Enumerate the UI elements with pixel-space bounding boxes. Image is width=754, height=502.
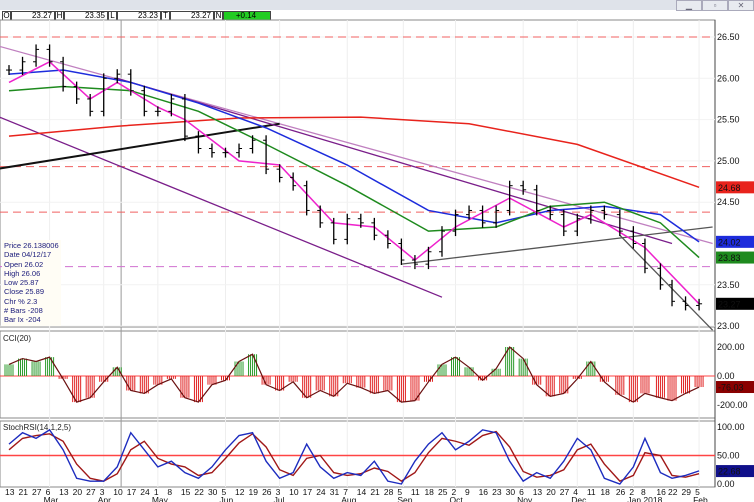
date-tick-label: 26 — [616, 487, 626, 497]
date-tick-label: 28 — [384, 487, 394, 497]
date-tick-label: 27 — [32, 487, 42, 497]
date-tick-label: 19 — [249, 487, 259, 497]
date-tick-label: 27 — [86, 487, 96, 497]
info-line: Chr % 2.3 — [4, 296, 38, 306]
date-tick-label: 13 — [59, 487, 69, 497]
info-box: Price 26.138006 Date 04/12/17 Open 26.02 Hi… — [2, 240, 61, 326]
cci-title: CCI(20) — [3, 334, 31, 343]
date-tick-label: 21 — [370, 487, 380, 497]
month-label: Jul — [274, 495, 285, 502]
month-label: Aug — [341, 495, 356, 502]
info-line: Price 26.138006 — [4, 241, 59, 250]
date-tick-label: 10 — [113, 487, 123, 497]
month-label: Feb — [693, 495, 708, 502]
price-panel — [0, 19, 716, 328]
ma-value-label: 23.27 — [718, 299, 741, 309]
price-tick-label: 26.00 — [717, 73, 740, 83]
chart-window: ▁ ▫ ✕ O 23.27 H 23.35 L 23.23 T 23.27 N +0.14 26.… — [0, 0, 754, 502]
price-tick-label: 23.50 — [717, 280, 740, 290]
date-tick-label: 9 — [465, 487, 470, 497]
date-tick-label: 23 — [492, 487, 502, 497]
stochrsi-tick-label: 100.00 — [717, 422, 745, 432]
date-tick-label: 13 — [533, 487, 543, 497]
month-label: Oct — [450, 495, 464, 502]
chart-canvas[interactable]: 26.50 26.00 25.50 25.00 24.50 23.50 23.00 24.68… — [0, 0, 754, 502]
info-line: Close 25.89 — [4, 287, 45, 297]
date-tick-label: 11 — [587, 487, 596, 497]
date-tick-label: 24 — [140, 487, 150, 497]
date-tick-label: 30 — [506, 487, 516, 497]
date-tick-label: 22 — [668, 487, 678, 497]
month-label: May — [152, 495, 169, 502]
cci-tick-label: 200.00 — [717, 342, 745, 352]
date-tick-label: 26 — [262, 487, 272, 497]
ma-value-label: 24.68 — [718, 183, 741, 193]
month-label: Jun — [219, 495, 233, 502]
price-tick-label: 23.00 — [717, 321, 740, 331]
cci-tick-label: 0.00 — [717, 371, 735, 381]
price-tick-label: 24.50 — [717, 197, 740, 207]
date-tick-label: 29 — [682, 487, 692, 497]
date-tick-label: 27 — [560, 487, 570, 497]
month-label: Nov — [517, 495, 533, 502]
date-tick-label: 10 — [289, 487, 299, 497]
date-tick-label: 24 — [316, 487, 326, 497]
cci-panel — [0, 330, 716, 419]
date-tick-label: 25 — [438, 487, 448, 497]
ma-value-label: 23.83 — [718, 253, 741, 263]
date-tick-label: 30 — [208, 487, 218, 497]
date-tick-label: 15 — [181, 487, 191, 497]
ma-value-label: 24.02 — [718, 237, 741, 247]
date-tick-label: 16 — [479, 487, 489, 497]
date-tick-label: 17 — [127, 487, 137, 497]
info-line: Low 25.87 — [4, 278, 39, 288]
month-label: Apr — [98, 495, 111, 502]
date-tick-label: 13 — [5, 487, 15, 497]
stochrsi-tick-label: 50.00 — [717, 451, 740, 461]
stochrsi-value-label: 22.68 — [718, 467, 741, 477]
info-line: # Bars -208 — [4, 306, 43, 316]
month-label: Dec — [571, 495, 587, 502]
cci-tick-label: -200.00 — [717, 400, 748, 410]
info-line: Date 04/12/17 — [4, 250, 52, 260]
month-label: Jan 2018 — [627, 495, 662, 502]
stochrsi-tick-label: 0.00 — [717, 479, 735, 489]
info-line: Open 26.02 — [4, 259, 44, 269]
month-label: Mar — [44, 495, 59, 502]
price-tick-label: 25.50 — [717, 115, 740, 125]
price-tick-label: 26.50 — [717, 32, 740, 42]
date-tick-label: 17 — [303, 487, 313, 497]
price-tick-label: 25.00 — [717, 156, 740, 166]
date-tick-label: 18 — [600, 487, 610, 497]
date-tick-label: 21 — [19, 487, 29, 497]
month-label: Sep — [397, 495, 412, 502]
date-tick-label: 14 — [357, 487, 367, 497]
cci-value-label: -76.03 — [718, 383, 744, 393]
date-tick-label: 18 — [424, 487, 434, 497]
info-line: High 26.06 — [4, 268, 41, 278]
info-line: Bar Ix -204 — [4, 315, 41, 325]
date-tick-label: 20 — [546, 487, 556, 497]
stochrsi-title: StochRSI(14,1,2,5) — [3, 423, 71, 432]
date-tick-label: 22 — [194, 487, 204, 497]
date-tick-label: 31 — [330, 487, 340, 497]
date-tick-label: 8 — [167, 487, 172, 497]
date-tick-label: 20 — [73, 487, 83, 497]
date-tick-label: 12 — [235, 487, 245, 497]
